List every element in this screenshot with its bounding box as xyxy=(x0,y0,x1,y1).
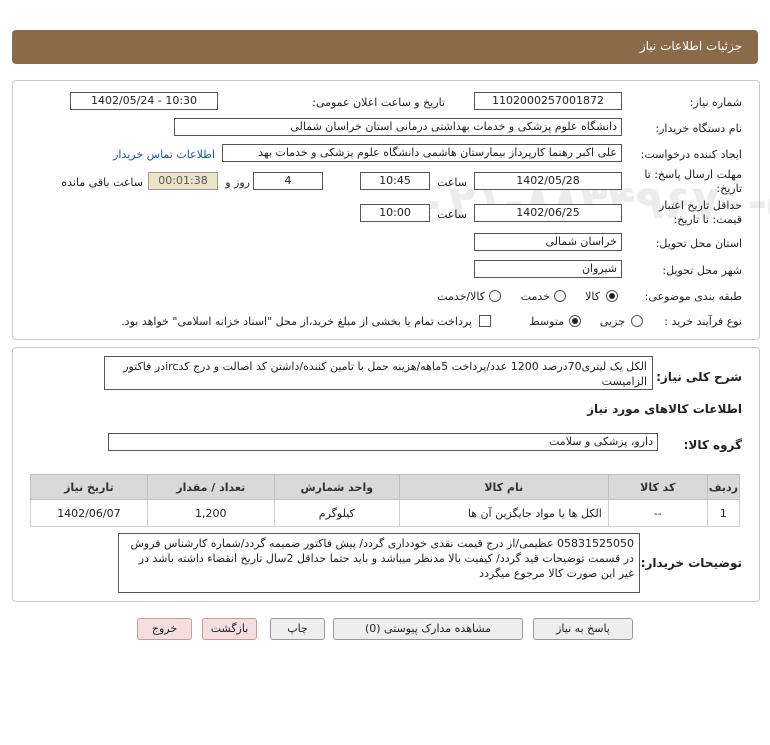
validity-label: حداقل تاریخ اعتبار قیمت: تا تاریخ: xyxy=(658,199,742,226)
process-option-medium: متوسط xyxy=(529,315,564,328)
days-label: روز و xyxy=(225,176,250,189)
goods-group-field: دارو، پزشکی و سلامت xyxy=(108,433,658,451)
description-field: الکل یک لیتری70درصد 1200 عدد/پرداخت 5ماه… xyxy=(104,356,653,390)
process-radio-medium[interactable] xyxy=(569,315,581,327)
goods-table: ردیف کد کالا نام کالا واحد شمارش تعداد /… xyxy=(30,474,741,527)
goods-section-title: اطلاعات کالاهای مورد نیاز xyxy=(587,402,742,416)
exit-button[interactable]: خروج xyxy=(137,618,192,640)
col-qty: تعداد / مقدار xyxy=(146,474,275,500)
category-label: طبقه بندی موضوعی: xyxy=(644,290,742,303)
attachments-button[interactable]: مشاهده مدارک پیوستی (0) xyxy=(333,618,523,640)
cell-name: الکل ها یا مواد جایگزین آن ها xyxy=(398,499,609,527)
col-unit: واحد شمارش xyxy=(273,474,400,500)
requester-field: علی اکبر رهنما کارپرداز بیمارستان هاشمی … xyxy=(222,144,622,162)
category-option-both: کالا/خدمت xyxy=(437,290,485,303)
goods-group-label: گروه کالا: xyxy=(683,438,742,452)
table-row: 1 -- الکل ها یا مواد جایگزین آن ها کیلوگ… xyxy=(30,499,741,527)
deadline-label: مهلت ارسال پاسخ: تا تاریخ: xyxy=(644,168,742,195)
need-number-label: شماره نیاز: xyxy=(689,96,742,109)
description-label: شرح کلی نیاز: xyxy=(656,370,742,384)
remaining-time-field: 00:01:38 xyxy=(148,172,218,190)
announce-field: 1402/05/24 - 10:30 xyxy=(70,92,218,110)
col-name: نام کالا xyxy=(398,474,609,500)
announce-label: تاریخ و ساعت اعلان عمومی: xyxy=(312,96,445,109)
process-radio-minor[interactable] xyxy=(631,315,643,327)
col-code: کد کالا xyxy=(607,474,708,500)
category-radio-goods[interactable] xyxy=(606,290,618,302)
days-field: 4 xyxy=(253,172,323,190)
province-field: خراسان شمالی xyxy=(474,233,622,251)
cell-qty: 1,200 xyxy=(146,499,275,527)
buyer-contact-link[interactable]: اطلاعات تماس خریدار xyxy=(113,148,215,161)
page-header: جزئیات اطلاعات نیاز xyxy=(12,30,758,64)
province-label: استان محل تحویل: xyxy=(655,237,742,250)
buyer-notes-label: توضیحات خریدار: xyxy=(640,556,742,570)
category-option-service: خدمت xyxy=(520,290,550,303)
city-label: شهر محل تحویل: xyxy=(662,264,742,277)
need-number-field: 1102000257001872 xyxy=(474,92,622,110)
table-header-row: ردیف کد کالا نام کالا واحد شمارش تعداد /… xyxy=(30,474,741,500)
col-date: تاریخ نیاز xyxy=(30,474,148,500)
page-title: جزئیات اطلاعات نیاز xyxy=(639,39,742,53)
buyer-notes-field: 05831525050 عظیمی/از درج قیمت نقدی خوددا… xyxy=(118,533,640,593)
cell-unit: کیلوگرم xyxy=(273,499,400,527)
city-field: شیروان xyxy=(474,260,622,278)
validity-time-label: ساعت xyxy=(437,208,467,221)
category-radio-service[interactable] xyxy=(554,290,566,302)
buyer-field: دانشگاه علوم پزشکی و خدمات بهداشتی درمان… xyxy=(174,118,622,136)
category-radio-both[interactable] xyxy=(489,290,501,302)
remaining-label: ساعت باقی مانده xyxy=(61,176,143,189)
process-option-minor: جزیی xyxy=(599,315,625,328)
category-option-goods: کالا xyxy=(585,290,600,303)
cell-date: 1402/06/07 xyxy=(30,499,148,527)
requester-label: ایجاد کننده درخواست: xyxy=(640,148,742,161)
back-button[interactable]: بازگشت xyxy=(202,618,257,640)
deadline-time-label: ساعت xyxy=(437,176,467,189)
print-button[interactable]: چاپ xyxy=(270,618,325,640)
col-row: ردیف xyxy=(706,474,741,500)
process-label: نوع فرآیند خرید : xyxy=(664,315,742,328)
treasury-text: پرداخت تمام یا بخشی از مبلغ خرید،از محل … xyxy=(121,315,472,328)
validity-date-field: 1402/06/25 xyxy=(474,204,622,222)
validity-time-field: 10:00 xyxy=(360,204,430,222)
deadline-date-field: 1402/05/28 xyxy=(474,172,622,190)
cell-code: -- xyxy=(607,499,708,527)
cell-row: 1 xyxy=(706,499,741,527)
buyer-label: نام دستگاه خریدار: xyxy=(655,122,742,135)
treasury-checkbox[interactable] xyxy=(479,315,491,327)
deadline-time-field: 10:45 xyxy=(360,172,430,190)
reply-button[interactable]: پاسخ به نیاز xyxy=(533,618,633,640)
